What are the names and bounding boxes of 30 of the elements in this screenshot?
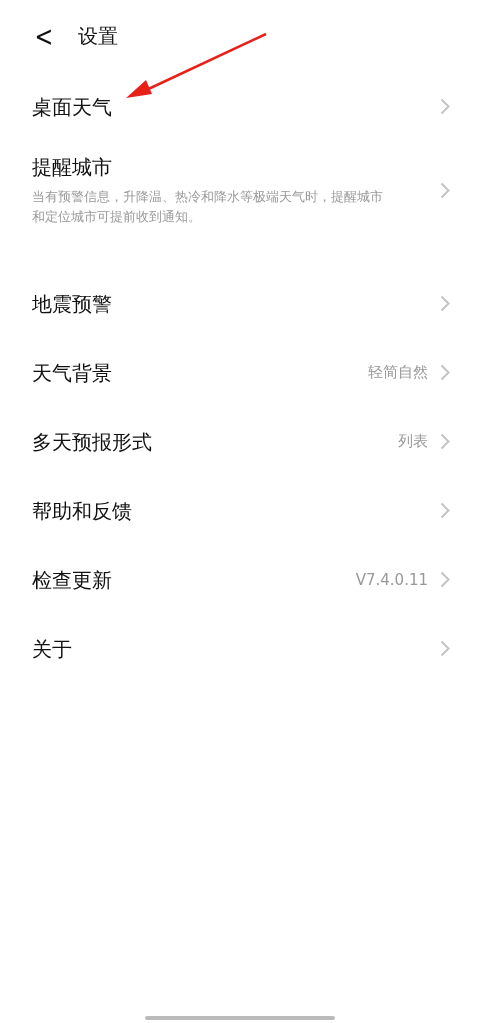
back-button[interactable]: <: [32, 19, 56, 53]
setting-title: 地震预警: [32, 290, 113, 318]
chevron-right-icon: [440, 571, 450, 588]
setting-title: 检查更新: [32, 566, 113, 594]
chevron-right-icon: [440, 433, 450, 450]
setting-title: 桌面天气: [32, 93, 113, 121]
settings-row[interactable]: 天气背景 轻简自然: [0, 338, 480, 407]
settings-row[interactable]: 地震预警: [0, 269, 480, 338]
settings-row[interactable]: 关于: [0, 614, 480, 683]
setting-value: 列表: [398, 432, 428, 451]
page-title: 设置: [78, 22, 118, 50]
settings-row[interactable]: 桌面天气: [0, 72, 480, 141]
chevron-right-icon: [440, 295, 450, 312]
setting-value: V7.4.0.11: [355, 570, 428, 589]
setting-title: 提醒城市: [32, 154, 113, 181]
setting-description: 当有预警信息，升降温、热冷和降水等极端天气时，提醒城市和定位城市可提前收到通知。: [32, 188, 384, 226]
chevron-right-icon: [440, 181, 450, 199]
setting-title: 帮助和反馈: [32, 497, 133, 525]
setting-value: 轻简自然: [368, 363, 428, 382]
setting-title: 关于: [32, 635, 73, 663]
settings-row[interactable]: 多天预报形式 列表: [0, 407, 480, 476]
setting-title: 天气背景: [32, 359, 113, 387]
chevron-right-icon: [440, 364, 450, 381]
settings-row[interactable]: 提醒城市 当有预警信息，升降温、热冷和降水等极端天气时，提醒城市和定位城市可提前收到通知。: [0, 141, 480, 235]
settings-row[interactable]: 帮助和反馈: [0, 476, 480, 545]
chevron-right-icon: [440, 640, 450, 657]
settings-row[interactable]: 检查更新 V7.4.0.11: [0, 545, 480, 614]
chevron-right-icon: [440, 502, 450, 519]
setting-title: 多天预报形式: [32, 428, 153, 456]
chevron-right-icon: [440, 98, 450, 115]
